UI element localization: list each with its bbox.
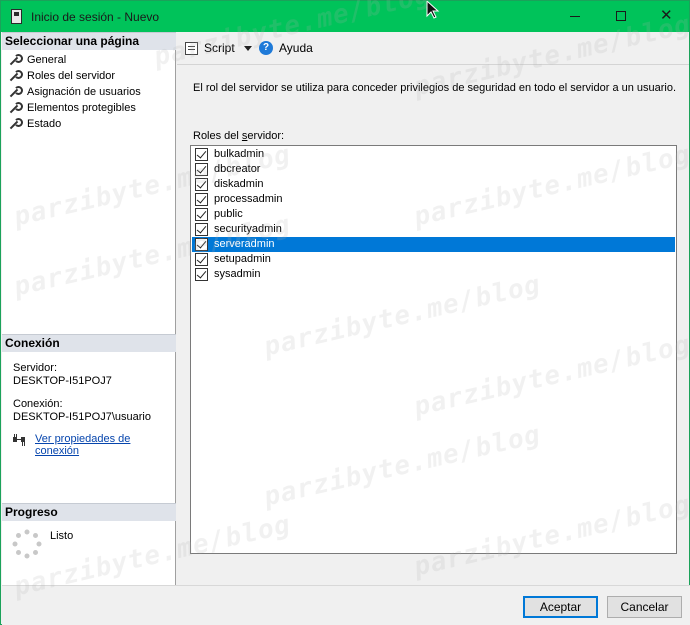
help-icon: ? [259, 41, 273, 55]
view-connection-properties-link[interactable]: Ver propiedades de conexión [35, 433, 175, 457]
role-checkbox[interactable] [195, 148, 208, 161]
connection-label: Conexión: [13, 398, 63, 410]
minimize-button[interactable] [552, 1, 598, 32]
script-icon [185, 41, 198, 55]
server-label: Servidor: [13, 362, 58, 374]
maximize-icon [616, 11, 626, 21]
page-item-user-mapping[interactable]: Asignación de usuarios [8, 84, 141, 100]
page-description: El rol del servidor se utiliza para conc… [193, 82, 677, 94]
role-row-sysadmin[interactable]: sysadmin [192, 267, 675, 282]
script-label: Script [204, 41, 235, 55]
role-row-processadmin[interactable]: processadmin [192, 192, 675, 207]
role-checkbox[interactable] [195, 193, 208, 206]
maximize-button[interactable] [598, 1, 644, 32]
roles-label-suffix: ervidor: [247, 130, 285, 142]
page-item-status[interactable]: Estado [8, 116, 141, 132]
role-name: bulkadmin [214, 148, 265, 160]
page-item-label: General [27, 54, 67, 66]
progress-header: Progreso [2, 503, 176, 521]
role-checkbox[interactable] [195, 253, 208, 266]
role-row-diskadmin[interactable]: diskadmin [192, 177, 675, 192]
page-item-general[interactable]: General [8, 52, 141, 68]
role-row-securityadmin[interactable]: securityadmin [192, 222, 675, 237]
role-name: serveradmin [214, 237, 277, 252]
wrench-icon [8, 86, 23, 98]
role-checkbox[interactable] [195, 268, 208, 281]
close-icon: ✕ [660, 7, 673, 24]
wrench-icon [8, 54, 23, 66]
role-name: public [214, 208, 243, 220]
roles-label-prefix: Roles del [193, 130, 242, 142]
wrench-icon [8, 118, 23, 130]
page-list: General Roles del servidor Asignación de… [8, 52, 141, 132]
role-name: securityadmin [214, 223, 282, 235]
page-item-securables[interactable]: Elementos protegibles [8, 100, 141, 116]
script-button[interactable]: Script [185, 41, 235, 55]
role-name: setupadmin [214, 253, 271, 265]
page-item-label: Roles del servidor [27, 70, 116, 82]
select-page-header: Seleccionar una página [2, 32, 176, 50]
role-name: diskadmin [214, 178, 264, 190]
wrench-icon [8, 70, 23, 82]
script-dropdown-chevron-icon[interactable] [244, 46, 252, 51]
role-row-public[interactable]: public [192, 207, 675, 222]
server-value: DESKTOP-I51POJ7 [13, 375, 112, 387]
role-name: dbcreator [214, 163, 261, 175]
help-label: Ayuda [279, 41, 313, 55]
page-item-label: Asignación de usuarios [27, 86, 141, 98]
role-checkbox[interactable] [195, 223, 208, 236]
mouse-cursor-icon [426, 1, 440, 19]
role-checkbox[interactable] [195, 163, 208, 176]
role-row-bulkadmin[interactable]: bulkadmin [192, 147, 675, 162]
plug-icon [13, 434, 25, 446]
dialog-footer: Aceptar Cancelar [2, 585, 690, 625]
page-item-server-roles[interactable]: Roles del servidor [8, 68, 141, 84]
app-icon [11, 9, 22, 24]
title-bar[interactable]: Inicio de sesión - Nuevo ✕ [1, 1, 689, 32]
wrench-icon [8, 102, 23, 114]
role-row-setupadmin[interactable]: setupadmin [192, 252, 675, 267]
page-item-label: Estado [27, 118, 62, 130]
accept-button[interactable]: Aceptar [523, 596, 598, 618]
server-roles-page: El rol del servidor se utiliza para conc… [177, 66, 689, 585]
role-name: sysadmin [214, 268, 261, 280]
minimize-icon [570, 16, 580, 17]
cancel-button[interactable]: Cancelar [607, 596, 682, 618]
role-checkbox[interactable] [195, 178, 208, 191]
roles-list-label: Roles del servidor: [193, 130, 284, 142]
toolbar: Script ? Ayuda [177, 32, 689, 65]
role-row-dbcreator[interactable]: dbcreator [192, 162, 675, 177]
connection-value: DESKTOP-I51POJ7\usuario [13, 411, 151, 423]
help-button[interactable]: ? Ayuda [259, 41, 313, 55]
server-roles-list[interactable]: bulkadmin dbcreator diskadmin processadm… [190, 145, 677, 554]
role-name: processadmin [214, 193, 283, 205]
role-checkbox[interactable] [195, 208, 208, 221]
connection-header: Conexión [2, 334, 176, 352]
role-row-serveradmin[interactable]: serveradmin [192, 237, 675, 252]
left-pane: Seleccionar una página General Roles del… [2, 32, 176, 585]
close-button[interactable]: ✕ [643, 1, 689, 32]
progress-spinner-icon [12, 529, 42, 559]
progress-status: Listo [50, 530, 74, 542]
page-item-label: Elementos protegibles [27, 102, 136, 114]
login-dialog-window: Inicio de sesión - Nuevo ✕ Seleccionar u… [0, 0, 690, 625]
role-checkbox[interactable] [195, 238, 208, 251]
window-title: Inicio de sesión - Nuevo [31, 10, 160, 24]
